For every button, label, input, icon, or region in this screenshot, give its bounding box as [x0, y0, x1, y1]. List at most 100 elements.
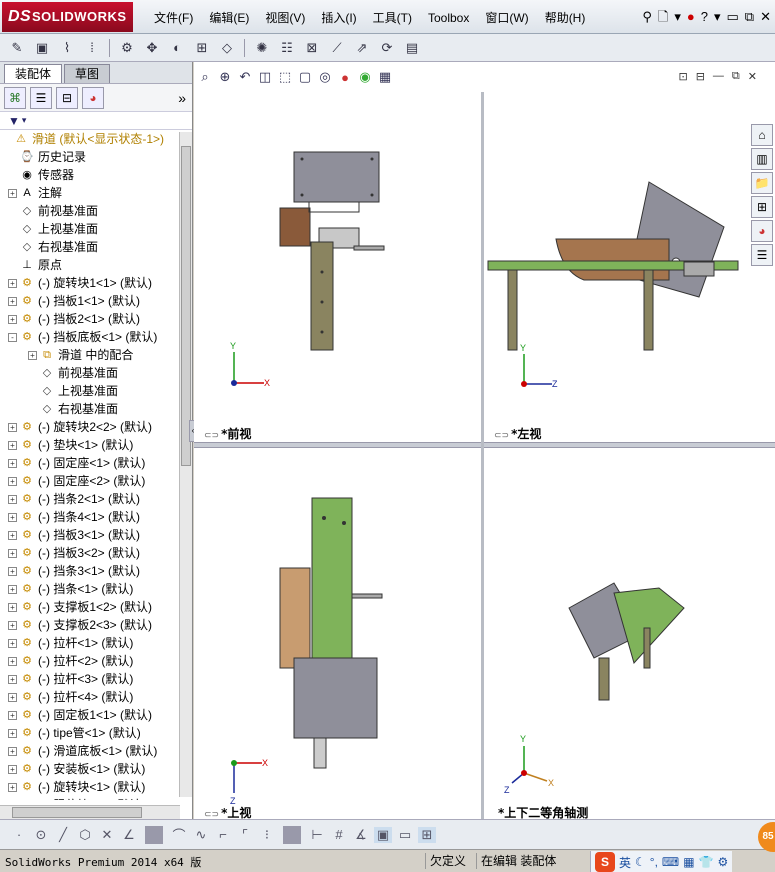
expand-toggle-icon[interactable]: + [8, 603, 17, 612]
zoom-to-fit-icon[interactable]: ⌕ [196, 69, 214, 85]
assembly-features-icon[interactable]: ⊞ [191, 38, 213, 58]
dimension-icon[interactable]: ⊢ [308, 827, 326, 843]
restore-icon[interactable]: ⧉ [745, 8, 754, 26]
appearances-icon[interactable]: ◕ [751, 220, 773, 242]
tree-item[interactable]: + ⚙ (-) 挡板3<2> (默认) [0, 544, 192, 562]
home-icon[interactable]: ⌂ [751, 124, 773, 146]
link-views-icon[interactable]: ⊡ [678, 70, 687, 83]
dropdown-arrow-icon[interactable]: ▾ [714, 8, 721, 26]
tree-item[interactable]: ◇ 前视基准面 [0, 202, 192, 220]
snapshot-icon[interactable]: ▤ [401, 38, 423, 58]
single-view-icon[interactable]: ▭ [396, 827, 414, 843]
expand-panel-icon[interactable]: » [178, 90, 186, 106]
expand-toggle-icon[interactable]: + [8, 513, 17, 522]
expand-toggle-icon[interactable]: + [8, 711, 17, 720]
tree-item[interactable]: + ⚙ (-) 固定板1<1> (默认) [0, 706, 192, 724]
left-viewport[interactable]: Y Z ⊂⊃ *左视 [484, 92, 772, 442]
expand-toggle-icon[interactable]: + [8, 783, 17, 792]
pin-icon[interactable]: ⚲ [642, 8, 652, 26]
close-icon[interactable]: ✕ [748, 70, 757, 83]
tree-item[interactable]: + ⚙ (-) 支撑板2<3> (默认) [0, 616, 192, 634]
close-icon[interactable]: ✕ [760, 8, 771, 26]
four-view-icon[interactable]: ⊞ [418, 826, 436, 843]
tab-sketch[interactable]: 草图 [64, 64, 111, 83]
design-library-icon[interactable]: ▥ [751, 148, 773, 170]
skin-icon[interactable]: ▦ [683, 855, 694, 869]
menu-file[interactable]: 文件(F) [146, 9, 201, 27]
isometric-viewport[interactable]: Y X Z *上下二等角轴测 [484, 448, 772, 820]
tree-item[interactable]: + ⚙ (-) 挡板3<1> (默认) [0, 526, 192, 544]
hide-show-items-icon[interactable]: ◎ [316, 69, 334, 85]
moon-icon[interactable]: ☾ [635, 855, 646, 869]
tree-item[interactable]: + ⚙ (-) 旋转块2<2> (默认) [0, 418, 192, 436]
menu-tools[interactable]: 工具(T) [365, 9, 420, 27]
tree-item[interactable]: + A 注解 [0, 184, 192, 202]
angle-icon[interactable]: ∡ [352, 827, 370, 843]
tree-item[interactable]: +⚙(-) 限位块<1> (默认) [0, 796, 192, 800]
tree-item[interactable]: + ⚙ (-) 挡板1<1> (默认) [0, 292, 192, 310]
scroll-thumb[interactable] [12, 807, 142, 818]
bill-of-materials-icon[interactable]: ☷ [276, 38, 298, 58]
tree-item[interactable]: ◇ 上视基准面 [0, 382, 192, 400]
display-style-icon[interactable]: ▢ [296, 69, 314, 85]
tree-vertical-scrollbar[interactable] [179, 132, 192, 797]
tab-assembly[interactable]: 装配体 [4, 64, 63, 83]
tree-item[interactable]: - ⚙ (-) 挡板底板<1> (默认) [0, 328, 192, 346]
solidworks-logo[interactable]: DS SOLIDWORKS [2, 2, 133, 32]
exploded-view-icon[interactable]: ⊠ [301, 38, 323, 58]
point-icon[interactable]: · [10, 827, 28, 842]
extend-icon[interactable]: ∠ [120, 827, 138, 843]
sogou-ime-icon[interactable]: S [595, 852, 615, 872]
show-hidden-icon[interactable]: ◐ [166, 38, 188, 58]
file-explorer-icon[interactable]: 📁 [751, 172, 773, 194]
tree-item[interactable]: + ⚙ (-) 安装板<1> (默认) [0, 760, 192, 778]
expand-toggle-icon[interactable]: + [8, 729, 17, 738]
expand-toggle-icon[interactable]: + [8, 315, 17, 324]
expand-toggle-icon[interactable]: + [8, 495, 17, 504]
graphics-area[interactable]: ⌕ ⊕ ↶ ◫ ⬚ ▢ ◎ ● ◉ ▦ ⊡ ⊟ — ⧉ ✕ Y X ⊂⊃ *前视… [194, 62, 775, 820]
tree-item[interactable]: + ⚙ (-) 旋转块1<1> (默认) [0, 274, 192, 292]
expand-toggle-icon[interactable]: + [8, 297, 17, 306]
tree-item[interactable]: + ⚙ (-) 挡条<1> (默认) [0, 580, 192, 598]
explode-line-icon[interactable]: ⟋ [326, 38, 348, 58]
tree-item[interactable]: + ⚙ (-) tipe管<1> (默认) [0, 724, 192, 742]
new-motion-study-icon[interactable]: ✺ [251, 38, 273, 58]
grid-icon[interactable]: # [330, 827, 348, 842]
tree-item[interactable]: + ⚙ (-) 拉杆<1> (默认) [0, 634, 192, 652]
edit-appearance-icon[interactable]: ● [336, 70, 354, 85]
view-orientation-icon[interactable]: ⬚ [276, 69, 294, 85]
tree-item[interactable]: + ⚙ (-) 挡条3<1> (默认) [0, 562, 192, 580]
tile-views-icon[interactable]: ⊟ [696, 70, 705, 83]
tree-item[interactable]: + ⚙ (-) 挡条4<1> (默认) [0, 508, 192, 526]
tree-item[interactable]: + ⚙ (-) 垫块<1> (默认) [0, 436, 192, 454]
feature-manager-icon[interactable]: ⌘ [4, 86, 26, 109]
linear-pattern-icon[interactable]: ⁞ [81, 38, 103, 58]
arc-icon[interactable]: ⌒ [170, 825, 188, 844]
menu-insert[interactable]: 插入(I) [313, 9, 364, 27]
filter-icon[interactable]: ▼ [8, 114, 20, 128]
expand-toggle-icon[interactable]: + [8, 459, 17, 468]
reference-geometry-icon[interactable]: ◇ [216, 38, 238, 58]
expand-toggle-icon[interactable]: + [8, 621, 17, 630]
display-manager-icon[interactable]: ◕ [82, 86, 104, 109]
tree-item[interactable]: + ⚙ (-) 固定座<1> (默认) [0, 454, 192, 472]
tree-item[interactable]: ⊥ 原点 [0, 256, 192, 274]
menu-edit[interactable]: 编辑(E) [201, 9, 257, 27]
spline-icon[interactable]: ∿ [192, 827, 210, 843]
line-icon[interactable]: ╱ [54, 827, 72, 843]
previous-view-icon[interactable]: ↶ [236, 69, 254, 85]
fillet-icon[interactable]: ⌐ [214, 827, 232, 842]
tree-item[interactable]: ◉ 传感器 [0, 166, 192, 184]
top-viewport[interactable]: X Z ⊂⊃ *上视 [194, 448, 481, 820]
expand-toggle-icon[interactable]: + [8, 531, 17, 540]
tree-item[interactable]: + ⧉ 滑道 中的配合 [0, 346, 192, 364]
edit-component-icon[interactable]: ✎ [6, 38, 28, 58]
shirt-icon[interactable]: 👕 [699, 855, 714, 869]
smart-fasteners-icon[interactable]: ⚙ [116, 38, 138, 58]
polygon-icon[interactable]: ⬡ [76, 827, 94, 843]
expand-toggle-icon[interactable]: + [8, 477, 17, 486]
expand-toggle-icon[interactable]: + [8, 657, 17, 666]
tree-item[interactable]: ⚠ 滑道 (默认<显示状态-1>) [0, 130, 192, 148]
expand-toggle-icon[interactable]: + [8, 567, 17, 576]
vertical-view-splitter[interactable] [481, 92, 484, 819]
